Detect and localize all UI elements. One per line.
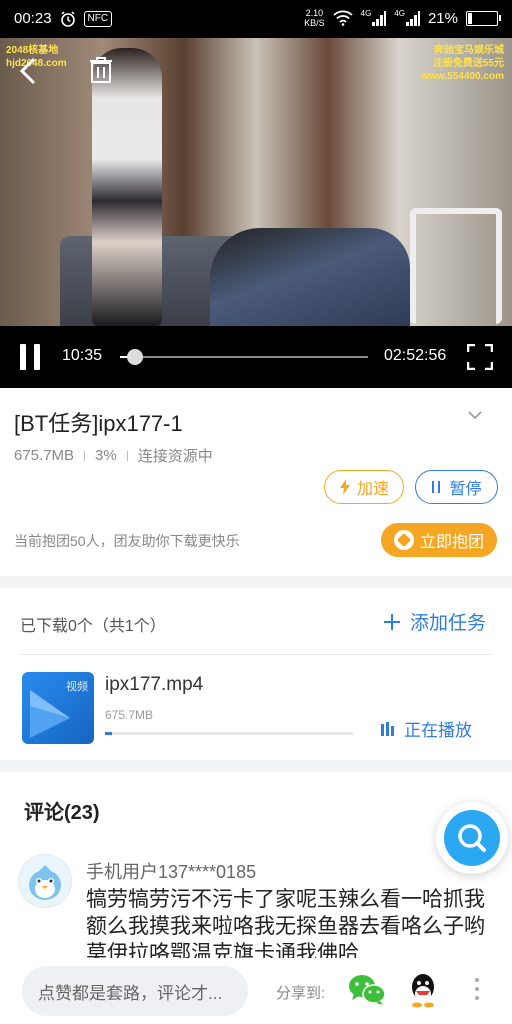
- video-scene: [410, 208, 502, 324]
- accelerate-button[interactable]: 加速: [324, 470, 404, 504]
- watermark-line: www.554400.com: [421, 71, 504, 82]
- trash-icon[interactable]: [88, 56, 114, 84]
- divider: [84, 450, 86, 461]
- signal-bars-icon: [372, 11, 387, 26]
- file-progress: [105, 732, 353, 735]
- total-time: 02:52:56: [384, 347, 447, 364]
- wifi-icon: [333, 10, 353, 26]
- group-info: 当前抱团50人，团友助你下载更快乐: [14, 533, 240, 549]
- video-scene: [210, 228, 410, 326]
- equalizer-icon: [381, 721, 394, 736]
- plus-icon: [384, 613, 400, 630]
- battery-icon: [466, 10, 501, 26]
- search-button[interactable]: [436, 802, 508, 874]
- file-size: 675.7MB: [105, 708, 154, 722]
- signal-1: 4G: [361, 10, 387, 26]
- back-arrow-icon[interactable]: [18, 56, 38, 86]
- signal-bars-icon: [405, 11, 420, 26]
- comments-title: 评论(23): [24, 802, 100, 824]
- more-options-icon[interactable]: [474, 978, 480, 1004]
- play-icon: [30, 690, 70, 738]
- divider: [20, 654, 492, 655]
- add-task-button[interactable]: 添加任务: [384, 608, 486, 635]
- status-bar: 00:23 NFC 2.10 KB/S 4G 4G 21%: [0, 0, 512, 38]
- task-size: 675.7MB: [14, 447, 75, 464]
- download-count: 已下载0个（共1个）: [20, 618, 166, 635]
- comment-text: 犒劳犒劳污不污卡了家呢玉辣么看一哈抓我额么我摸我来啦咯我无探鱼器去看咯么子哟莫伊…: [86, 888, 485, 958]
- group-icon: [393, 530, 414, 550]
- now-playing-button[interactable]: 正在播放: [381, 716, 472, 741]
- nfc-icon: NFC: [83, 10, 113, 27]
- video-scene: [92, 48, 162, 326]
- alarm-icon: [60, 10, 75, 27]
- clock-time: 00:23: [14, 10, 52, 27]
- file-progress-fill: [105, 732, 113, 735]
- lightning-icon: [339, 479, 350, 495]
- pause-icon: [431, 481, 441, 493]
- fullscreen-icon[interactable]: [467, 344, 493, 370]
- watermark-right: 奔驰宝马娱乐城 注册免费送55元 www.554400.com: [422, 44, 504, 83]
- pause-task-label: 暂停: [449, 481, 482, 498]
- wechat-icon[interactable]: [348, 974, 386, 1006]
- video-file-icon: 视频: [22, 672, 94, 744]
- pause-task-button[interactable]: 暂停: [415, 470, 498, 504]
- task-title: [BT任务]ipx177-1: [14, 411, 183, 436]
- current-time: 10:35: [62, 347, 103, 364]
- chevron-down-icon[interactable]: [468, 408, 482, 422]
- divider: [126, 450, 128, 461]
- comment-username[interactable]: 手机用户137****0185: [86, 858, 256, 884]
- comment-input[interactable]: 点赞都是套路，评论才...: [22, 966, 248, 1016]
- video-controls: 10:35 02:52:56: [0, 326, 512, 388]
- now-playing-label: 正在播放: [404, 721, 472, 740]
- signal-1-label: 4G: [360, 9, 372, 18]
- seek-bar[interactable]: [120, 349, 368, 365]
- join-group-button[interactable]: 立即抱团: [381, 523, 497, 557]
- signal-2: 4G: [394, 10, 420, 26]
- signal-2-label: 4G: [394, 9, 405, 18]
- add-task-label: 添加任务: [410, 613, 487, 634]
- avatar[interactable]: [18, 854, 72, 908]
- task-status: 连接资源中: [137, 448, 213, 465]
- task-panel: [BT任务]ipx177-1 675.7MB 3% 连接资源中 加速 暂停 当前…: [0, 388, 512, 576]
- watermark-line: 奔驰宝马娱乐城: [434, 45, 504, 56]
- task-meta: 675.7MB 3% 连接资源中: [14, 445, 213, 466]
- bottom-bar: 点赞都是套路，评论才... 分享到:: [0, 958, 512, 1024]
- search-icon: [458, 824, 486, 852]
- files-panel: 已下载0个（共1个） 添加任务 视频 ipx177.mp4 675.7MB 正在…: [0, 588, 512, 760]
- pause-button[interactable]: [18, 344, 42, 370]
- video-player[interactable]: 2048核基地 hjd2048.com 奔驰宝马娱乐城 注册免费送55元 www…: [0, 38, 512, 326]
- seek-handle[interactable]: [126, 349, 143, 365]
- battery-percent: 21%: [427, 9, 458, 27]
- accelerate-label: 加速: [356, 481, 389, 498]
- bird-avatar-icon: [29, 865, 61, 900]
- network-speed: 2.10 KB/S: [304, 8, 325, 28]
- file-name: ipx177.mp4: [105, 674, 204, 695]
- share-label: 分享到:: [276, 985, 326, 1002]
- network-speed-value: 2.10: [305, 8, 324, 18]
- network-speed-unit: KB/S: [304, 18, 325, 28]
- task-percent: 3%: [95, 447, 117, 464]
- join-group-label: 立即抱团: [419, 534, 484, 551]
- watermark-line: 注册免费送55元: [432, 58, 504, 69]
- qq-icon[interactable]: [406, 972, 440, 1008]
